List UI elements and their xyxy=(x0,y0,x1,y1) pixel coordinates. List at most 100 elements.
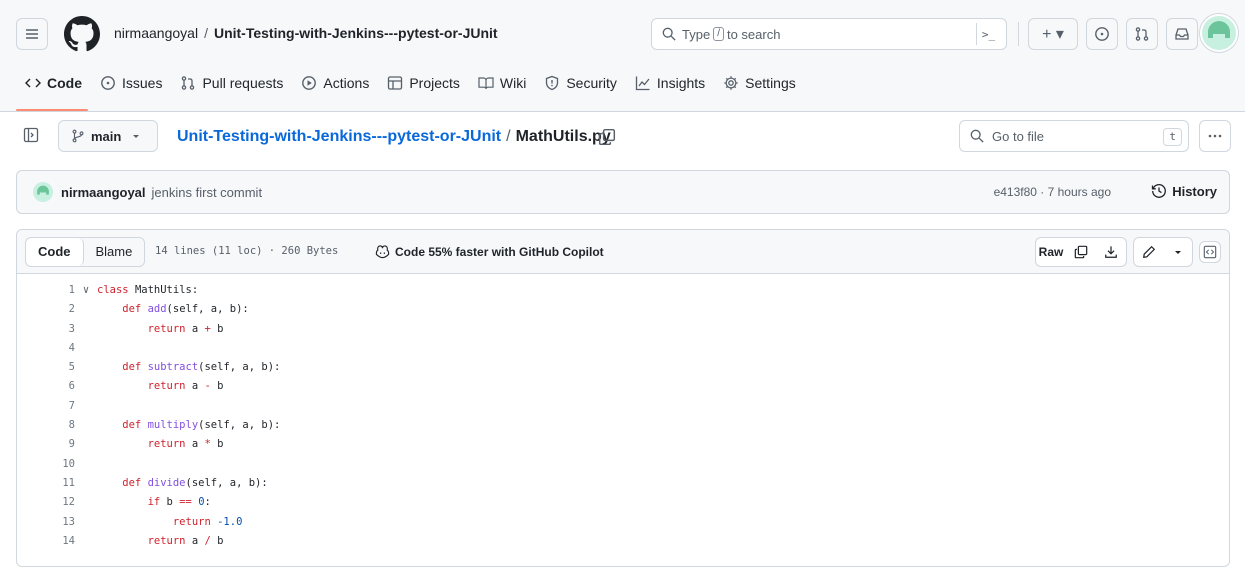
breadcrumb-repo-link[interactable]: Unit-Testing-with-Jenkins---pytest-or-JU… xyxy=(177,128,501,145)
code-token: subtract xyxy=(147,361,199,374)
code-token: def xyxy=(97,476,148,489)
avatar-identicon-icon xyxy=(37,185,49,195)
repo-owner-link[interactable]: nirmaangoyal xyxy=(114,25,198,41)
repo-name-link[interactable]: Unit-Testing-with-Jenkins---pytest-or-JU… xyxy=(214,25,498,41)
tab-security[interactable]: Security xyxy=(535,72,626,94)
code-token: (self, a, b): xyxy=(198,419,281,432)
line-source: return a - b xyxy=(97,377,224,396)
github-logo-icon[interactable] xyxy=(64,16,100,52)
line-number[interactable]: 3 xyxy=(17,320,75,339)
search-input[interactable]: Type / to search >_ xyxy=(651,18,1007,50)
line-number[interactable]: 5 xyxy=(17,358,75,377)
line-number[interactable]: 1 xyxy=(17,281,75,300)
pull-request-icon xyxy=(1135,27,1149,41)
tab-settings[interactable]: Settings xyxy=(714,72,805,94)
edit-options-dropdown[interactable] xyxy=(1163,238,1192,266)
avatar-identicon-icon xyxy=(1208,21,1230,38)
commit-author-avatar[interactable] xyxy=(33,182,53,202)
blame-view-button[interactable]: Blame xyxy=(84,238,145,266)
user-avatar[interactable] xyxy=(1200,14,1238,52)
code-line: 3 return a + b xyxy=(17,320,1229,339)
code-line: 11 def divide(self, a, b): xyxy=(17,474,1229,493)
line-number[interactable]: 9 xyxy=(17,435,75,454)
issues-button[interactable] xyxy=(1086,18,1118,50)
code-line: 9 return a * b xyxy=(17,435,1229,454)
line-source: def multiply(self, a, b): xyxy=(97,416,280,435)
line-source: def subtract(self, a, b): xyxy=(97,358,280,377)
copilot-promo-link[interactable]: Code 55% faster with GitHub Copilot xyxy=(375,244,604,259)
code-view-button[interactable]: Code xyxy=(26,238,84,266)
copy-icon xyxy=(1074,245,1088,259)
tab-label: Security xyxy=(566,75,617,91)
line-number[interactable]: 11 xyxy=(17,474,75,493)
file-viewer: Code Blame 14 lines (11 loc) · 260 Bytes… xyxy=(16,229,1230,567)
fold-chevron-icon[interactable]: ∨ xyxy=(75,281,97,300)
tab-actions[interactable]: Actions xyxy=(292,72,378,94)
inbox-button[interactable] xyxy=(1166,18,1198,50)
tab-label: Actions xyxy=(323,75,370,91)
shield-icon xyxy=(546,75,559,91)
tab-code[interactable]: Code xyxy=(16,72,91,94)
create-new-button[interactable]: + ▾ xyxy=(1028,18,1078,50)
tab-label: Pull requests xyxy=(202,75,284,91)
menu-button[interactable] xyxy=(16,18,48,50)
edit-file-button[interactable] xyxy=(1134,238,1163,266)
tab-issues[interactable]: Issues xyxy=(91,72,171,94)
line-number[interactable]: 6 xyxy=(17,377,75,396)
copilot-icon xyxy=(375,245,390,259)
line-number[interactable]: 2 xyxy=(17,300,75,319)
more-options-button[interactable] xyxy=(1199,120,1231,152)
pull-requests-button[interactable] xyxy=(1126,18,1158,50)
tab-projects[interactable]: Projects xyxy=(378,72,469,94)
code-token: def xyxy=(97,361,148,374)
line-source: return a + b xyxy=(97,320,224,339)
tab-wiki[interactable]: Wiki xyxy=(469,72,535,94)
history-button[interactable]: History xyxy=(1151,183,1217,199)
code-content[interactable]: 1 ∨ class MathUtils: 2 def add(self, a, b):… xyxy=(17,274,1229,551)
copy-raw-button[interactable] xyxy=(1066,238,1096,266)
line-number[interactable]: 7 xyxy=(17,397,75,416)
branch-select[interactable]: main xyxy=(58,120,158,152)
tab-label: Settings xyxy=(745,75,796,91)
sidebar-expand-icon xyxy=(23,127,39,143)
tab-label: Issues xyxy=(122,75,163,91)
tab-insights[interactable]: Insights xyxy=(626,72,714,94)
code-line: 4 xyxy=(17,339,1229,358)
copy-path-icon[interactable] xyxy=(598,128,616,146)
download-raw-button[interactable] xyxy=(1096,238,1126,266)
fold-gutter xyxy=(75,513,97,532)
code-line: 12 if b == 0: xyxy=(17,493,1229,512)
search-icon xyxy=(662,27,676,41)
tab-label: Projects xyxy=(409,75,460,91)
fold-gutter xyxy=(75,377,97,396)
code-token: add xyxy=(147,303,167,316)
line-number[interactable]: 13 xyxy=(17,513,75,532)
toggle-file-tree-button[interactable] xyxy=(16,120,46,150)
go-to-file-input[interactable]: Go to file t xyxy=(959,120,1189,152)
code-line: 2 def add(self, a, b): xyxy=(17,300,1229,319)
commit-message-link[interactable]: jenkins first commit xyxy=(152,185,263,200)
repo-tabs: Code Issues Pull requests Actions Projec… xyxy=(16,72,805,94)
commit-author-link[interactable]: nirmaangoyal xyxy=(61,185,146,200)
code-line: 10 xyxy=(17,455,1229,474)
download-icon xyxy=(1105,246,1117,258)
line-source: return a * b xyxy=(97,435,224,454)
code-token: divide xyxy=(147,476,186,489)
graph-icon xyxy=(635,76,650,91)
line-number[interactable]: 12 xyxy=(17,493,75,512)
pencil-icon xyxy=(1142,245,1155,258)
code-token: a xyxy=(191,380,205,393)
line-number[interactable]: 8 xyxy=(17,416,75,435)
command-palette-button[interactable]: >_ xyxy=(976,23,1000,45)
line-number[interactable]: 4 xyxy=(17,339,75,358)
commit-meta[interactable]: e413f80 · 7 hours ago xyxy=(994,185,1111,199)
fold-gutter xyxy=(75,493,97,512)
tab-pull-requests[interactable]: Pull requests xyxy=(171,72,292,94)
line-number[interactable]: 10 xyxy=(17,455,75,474)
code-token: b xyxy=(210,380,224,393)
line-number[interactable]: 14 xyxy=(17,532,75,551)
global-header: nirmaangoyal / Unit-Testing-with-Jenkins--… xyxy=(0,0,1245,112)
raw-button[interactable]: Raw xyxy=(1036,238,1066,266)
symbols-panel-button[interactable] xyxy=(1199,241,1221,263)
code-token: b xyxy=(166,496,180,509)
